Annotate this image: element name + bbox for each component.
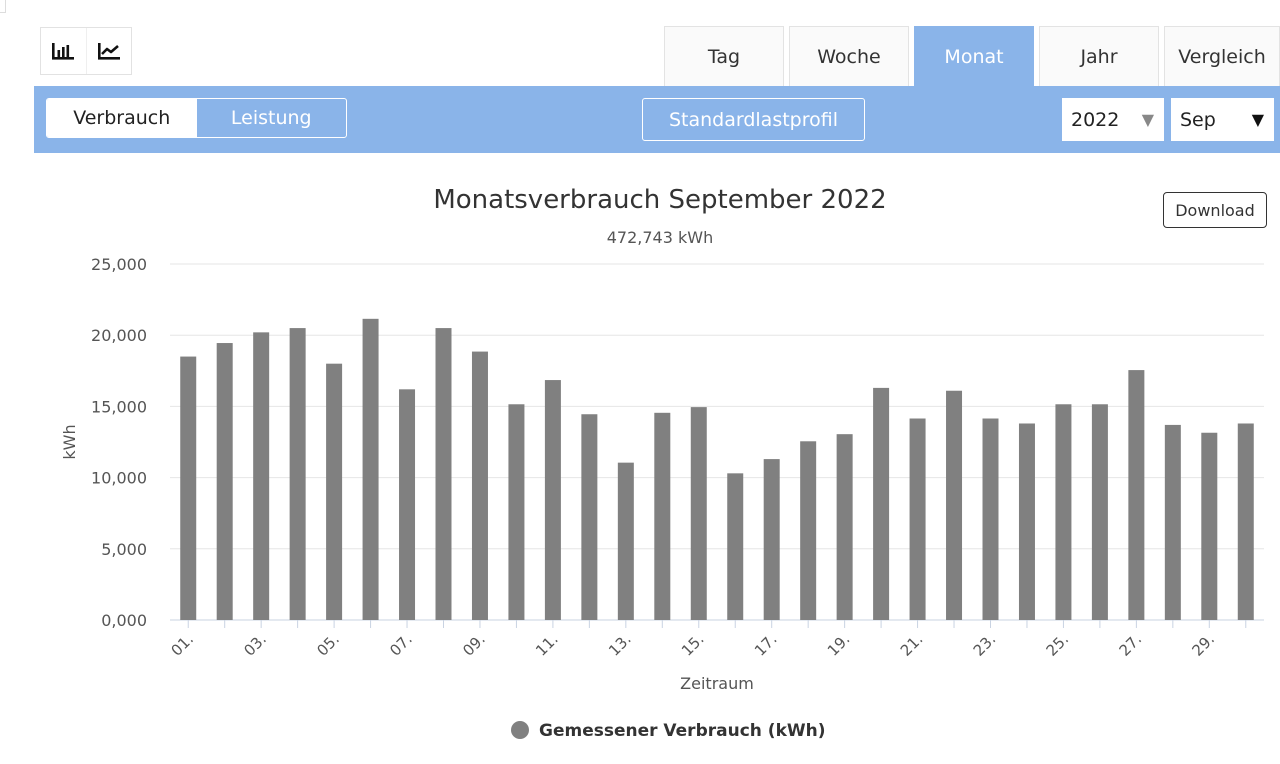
x-tick-label: 05. <box>313 630 343 660</box>
bar <box>1201 432 1218 620</box>
bar <box>1055 404 1072 620</box>
bar <box>946 390 963 620</box>
bar <box>1164 424 1181 620</box>
y-tick-label: 20,000 <box>91 326 147 345</box>
bar <box>1128 370 1145 620</box>
x-tick-label: 03. <box>240 630 270 660</box>
bar <box>289 328 306 620</box>
x-tick-label: 17. <box>751 630 781 660</box>
monthly-consumption-chart: 0,000 5,000 10,000 15,000 20,000 25,000 kWh 01.… <box>60 255 1264 741</box>
bar <box>1237 423 1254 620</box>
y-axis-title: kWh <box>60 424 79 459</box>
bar <box>362 318 379 620</box>
bar <box>581 414 598 620</box>
bar <box>508 404 525 620</box>
bar <box>654 412 671 620</box>
bar <box>544 380 561 620</box>
x-axis-title: Zeitraum <box>680 674 754 693</box>
bar <box>982 418 999 620</box>
y-tick-label: 25,000 <box>91 255 147 274</box>
x-tick-label: 23. <box>970 630 1000 660</box>
bar <box>399 389 416 620</box>
x-tick-label: 19. <box>824 630 854 660</box>
x-tick-label: 25. <box>1043 630 1073 660</box>
bar <box>617 462 634 620</box>
x-tick-label: 11. <box>532 630 562 660</box>
bar <box>727 473 744 620</box>
bar <box>873 387 890 620</box>
x-tick-label: 09. <box>459 630 489 660</box>
bar <box>800 441 817 620</box>
bar <box>180 356 197 620</box>
x-tick-label: 07. <box>386 630 416 660</box>
y-tick-label: 0,000 <box>101 611 147 630</box>
bar <box>326 363 343 620</box>
legend-marker <box>511 721 529 739</box>
y-tick-label: 15,000 <box>91 397 147 416</box>
bar <box>1018 423 1035 620</box>
bar <box>435 328 452 620</box>
x-tick-label: 15. <box>678 630 708 660</box>
x-tick-label: 27. <box>1116 630 1146 660</box>
x-tick-label: 21. <box>897 630 927 660</box>
legend-label: Gemessener Verbrauch (kWh) <box>539 721 826 741</box>
bar <box>836 434 853 620</box>
y-tick-label: 10,000 <box>91 469 147 488</box>
bar <box>763 459 780 620</box>
bar <box>690 407 707 620</box>
bar <box>909 418 926 620</box>
x-tick-label: 29. <box>1189 630 1219 660</box>
bar <box>471 351 488 620</box>
bar <box>253 332 270 620</box>
x-tick-label: 13. <box>605 630 635 660</box>
x-tick-label: 01. <box>167 630 197 660</box>
bar <box>1091 404 1108 620</box>
y-tick-label: 5,000 <box>101 540 147 559</box>
bar <box>216 343 233 620</box>
